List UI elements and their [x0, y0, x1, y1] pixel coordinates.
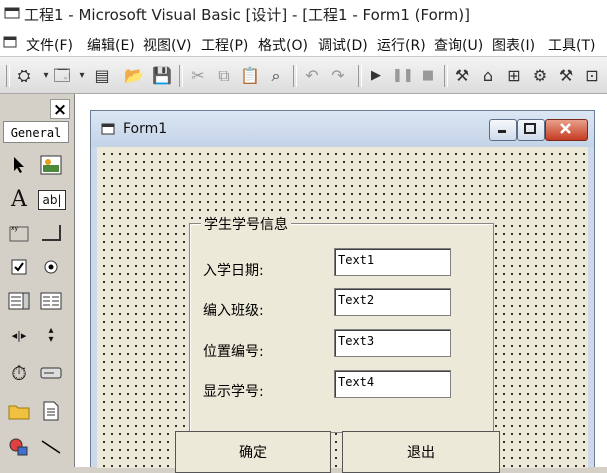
paste-icon[interactable]: 📋 — [240, 66, 260, 86]
picturebox-icon[interactable] — [38, 152, 64, 178]
menu-bar: 文件(F) 编辑(E) 视图(V) 工程(P) 格式(O) 调试(D) 运行(R… — [0, 27, 607, 57]
dirlistbox-icon[interactable] — [6, 398, 32, 424]
close-icon — [560, 123, 571, 134]
add-form-icon[interactable]: 🗔 — [52, 66, 72, 86]
toolbar-separator — [179, 65, 183, 87]
form1-window[interactable]: Form1 学生学号信息 入学日期: Text1 编入班级: Text2 位置编… — [90, 110, 595, 473]
menu-run[interactable]: 运行(R) — [377, 35, 426, 55]
label-icon[interactable]: A — [6, 186, 32, 212]
toolbox-tab-general[interactable]: General — [3, 121, 69, 143]
window-title: 工程1 - Microsoft Visual Basic [设计] - [工程1… — [24, 6, 470, 24]
filelistbox-icon[interactable] — [38, 398, 64, 424]
cut-icon[interactable]: ✂ — [188, 66, 208, 86]
menu-diagram[interactable]: 图表(I) — [492, 35, 535, 55]
toolbar-separator — [293, 65, 297, 87]
text3-input[interactable]: Text3 — [334, 329, 451, 357]
menu-view[interactable]: 视图(V) — [143, 35, 192, 55]
label-student-id: 显示学号: — [203, 384, 264, 400]
open-project-icon[interactable]: 📂 — [124, 66, 144, 86]
maximize-button[interactable] — [517, 119, 545, 141]
pointer-icon[interactable] — [6, 152, 32, 178]
copy-icon[interactable]: ⧉ — [214, 66, 234, 86]
toolbar-separator — [358, 65, 362, 87]
label-class: 编入班级: — [203, 303, 264, 319]
dropdown-arrow-icon[interactable]: ▾ — [72, 66, 92, 86]
menu-query[interactable]: 查询(U) — [434, 35, 483, 55]
hscrollbar-icon[interactable]: ◂|▸ — [6, 322, 32, 348]
menu-edit[interactable]: 编辑(E) — [87, 35, 135, 55]
svg-text:xy: xy — [11, 225, 19, 232]
form-layout-icon[interactable]: ⊞ — [504, 66, 524, 86]
textbox-icon[interactable]: ab| — [38, 190, 66, 210]
menu-editor-icon[interactable]: ▤ — [92, 66, 112, 86]
toolbox-close-button[interactable]: × — [50, 99, 70, 120]
vscrollbar-icon[interactable]: ▴ ▾ — [38, 322, 64, 348]
form-caption-bar[interactable]: Form1 — [91, 111, 594, 147]
shape-icon[interactable] — [6, 434, 32, 460]
commandbutton-icon[interactable] — [38, 220, 64, 246]
frame-caption: 学生学号信息 — [201, 214, 291, 234]
line-icon[interactable] — [38, 434, 64, 460]
end-icon[interactable]: ■ — [418, 66, 438, 86]
title-bar: 工程1 - Microsoft Visual Basic [设计] - [工程1… — [0, 0, 607, 27]
maximize-icon — [524, 123, 536, 134]
menu-project[interactable]: 工程(P) — [201, 35, 248, 55]
form-client-area[interactable]: 学生学号信息 入学日期: Text1 编入班级: Text2 位置编号: Tex… — [97, 147, 588, 473]
data-view-icon[interactable]: ⊡ — [582, 66, 602, 86]
text2-input[interactable]: Text2 — [334, 288, 451, 316]
listbox-icon[interactable] — [38, 288, 64, 314]
menu-file[interactable]: 文件(F) — [26, 35, 73, 55]
standard-toolbar: ⛭ ▾ 🗔 ▾ ▤ 📂 💾 ✂ ⧉ 📋 ⌕ ↶ ↷ ▶ ❚❚ ■ ⚒ ⌂ ⊞ ⚙… — [0, 57, 607, 94]
properties-window-icon[interactable]: ⌂ — [478, 66, 498, 86]
menu-format[interactable]: 格式(O) — [258, 35, 308, 55]
start-icon[interactable]: ▶ — [366, 66, 386, 86]
redo-icon[interactable]: ↷ — [328, 66, 348, 86]
combobox-icon[interactable] — [6, 288, 32, 314]
toolbox-panel: × General A ab| xy ◂|▸ ▴ ▾ ⏱ — [0, 94, 75, 467]
form-icon — [101, 123, 115, 135]
drivelistbox-icon[interactable] — [38, 360, 64, 386]
text1-input[interactable]: Text1 — [334, 248, 451, 276]
undo-icon[interactable]: ↶ — [302, 66, 322, 86]
text4-input[interactable]: Text4 — [334, 370, 451, 398]
break-icon[interactable]: ❚❚ — [392, 66, 414, 86]
save-project-icon[interactable]: 💾 — [152, 66, 172, 86]
form-doc-icon[interactable] — [3, 35, 17, 49]
close-button[interactable] — [545, 119, 588, 141]
menu-debug[interactable]: 调试(D) — [318, 35, 368, 55]
label-enroll-date: 入学日期: — [203, 263, 264, 279]
minimize-icon — [498, 130, 506, 133]
timer-icon[interactable]: ⏱ — [6, 360, 32, 386]
add-project-icon[interactable]: ⛭ — [14, 66, 34, 86]
frame-icon[interactable]: xy — [6, 220, 32, 246]
form-title: Form1 — [123, 121, 168, 137]
object-browser-icon[interactable]: ⚙ — [530, 66, 550, 86]
minimize-button[interactable] — [489, 119, 517, 141]
label-position-number: 位置编号: — [203, 344, 264, 360]
find-icon[interactable]: ⌕ — [266, 66, 286, 86]
menu-tools[interactable]: 工具(T) — [548, 35, 595, 55]
toolbar-grip — [6, 65, 10, 87]
toolbar-separator — [444, 65, 448, 87]
optionbutton-icon[interactable] — [38, 254, 64, 280]
checkbox-icon[interactable] — [6, 254, 32, 280]
project-explorer-icon[interactable]: ⚒ — [452, 66, 472, 86]
toolbox-icon[interactable]: ⚒ — [556, 66, 576, 86]
vb-project-icon — [4, 7, 20, 19]
